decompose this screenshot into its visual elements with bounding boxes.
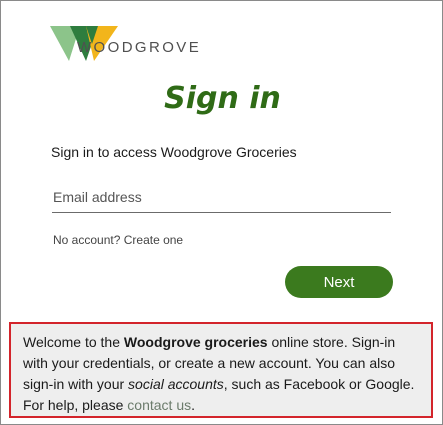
signup-prompt: No account? Create one xyxy=(53,233,183,247)
create-account-link[interactable]: Create one xyxy=(124,233,183,247)
welcome-social-accounts: social accounts xyxy=(128,376,224,392)
welcome-store-name: Woodgrove groceries xyxy=(123,334,268,350)
contact-us-link[interactable]: contact us xyxy=(127,397,191,413)
email-field[interactable] xyxy=(52,181,391,213)
welcome-text-1: Welcome to the xyxy=(23,334,124,350)
page-title: Sign in xyxy=(164,81,281,116)
no-account-text: No account? xyxy=(53,233,121,247)
page-subtitle: Sign in to access Woodgrove Groceries xyxy=(51,144,297,160)
logo-wordmark: WOODGROVE xyxy=(77,39,202,56)
next-button[interactable]: Next xyxy=(285,266,393,298)
welcome-message-panel: Welcome to the Woodgrove groceries onlin… xyxy=(9,322,433,418)
signin-window: WOODGROVE Sign in Sign in to access Wood… xyxy=(0,0,443,425)
welcome-text-4: . xyxy=(191,397,196,413)
